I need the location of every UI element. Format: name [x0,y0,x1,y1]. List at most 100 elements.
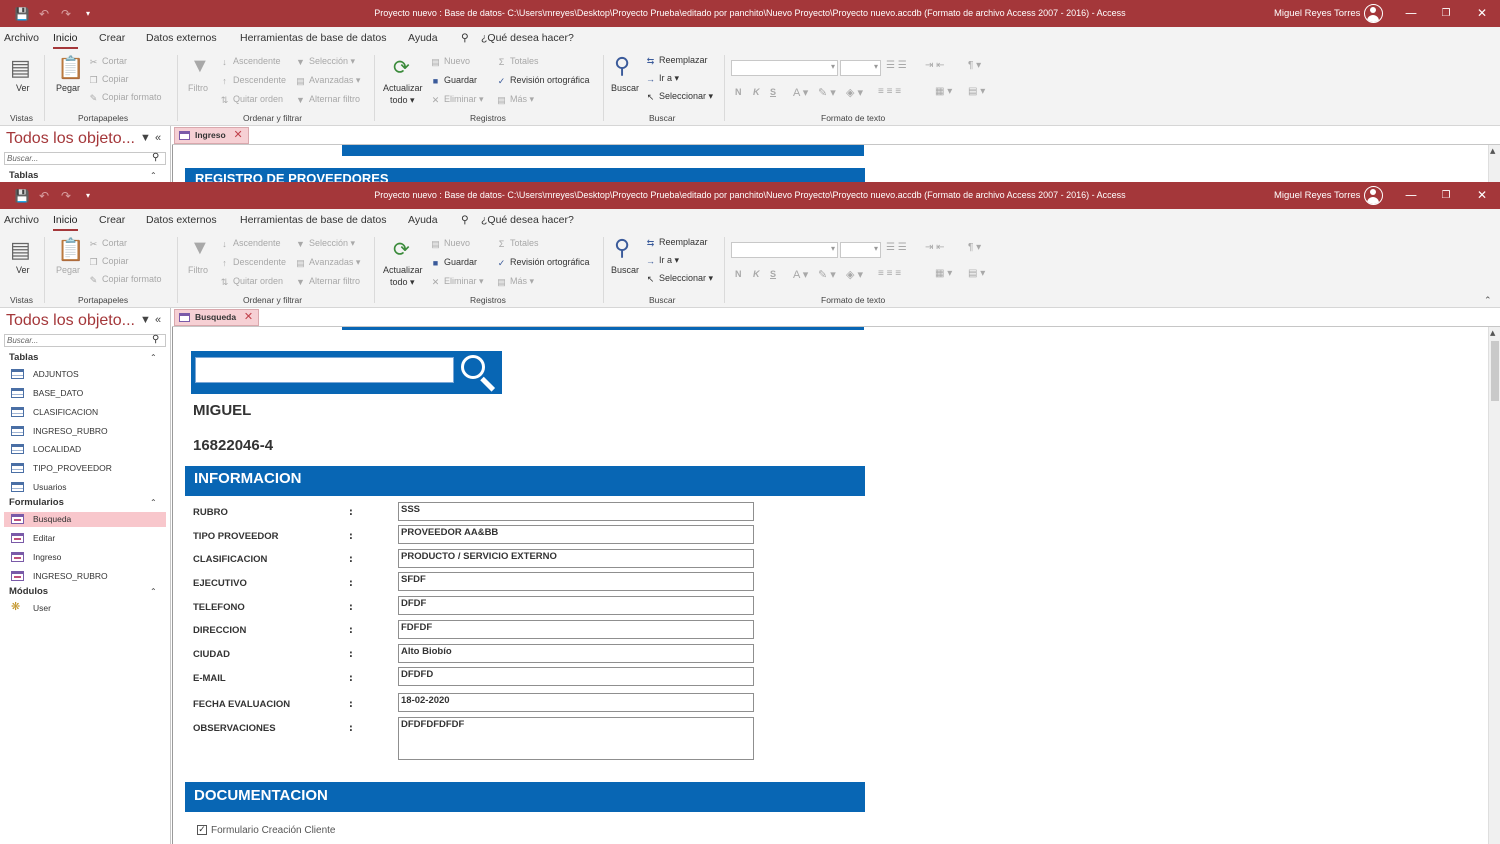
pegar-button[interactable]: Pegar [56,83,80,93]
nav-search-input[interactable]: Buscar... [4,152,166,165]
ascendente-button[interactable]: ↓ Ascendente [219,238,280,249]
avanzadas-button[interactable]: ▤ Avanzadas ▾ [295,75,360,86]
font-color-icon[interactable]: A ▾ [793,86,808,99]
close-tab-icon[interactable]: ✕ [244,310,253,325]
actualizar-button[interactable]: Actualizar [383,265,423,275]
mas-button[interactable]: ▤ Más ▾ [496,94,534,105]
chevron-up-icon[interactable]: ⌃ [150,498,157,507]
close-button[interactable]: ✕ [1464,0,1500,27]
menu-archivo[interactable]: Archivo [4,32,39,44]
nuevo-button[interactable]: ▤ Nuevo [430,56,470,67]
fill-color-icon[interactable]: ◈ ▾ [846,268,863,281]
menu-inicio[interactable]: Inicio [53,214,78,231]
filter-icon[interactable]: ▼ [190,237,210,260]
ascendente-button[interactable]: ↓ Ascendente [219,56,280,67]
seleccion-button[interactable]: ▼ Selección ▾ [295,56,355,67]
field-ejecutivo[interactable]: SFDF [398,572,754,591]
scroll-up-icon[interactable]: ▲ [1490,147,1495,155]
user-name[interactable]: Miguel Reyes Torres [1274,182,1360,209]
field-clasificacion[interactable]: PRODUCTO / SERVICIO EXTERNO [398,549,754,568]
pegar-button[interactable]: Pegar [56,265,80,275]
nav-table-item[interactable]: Usuarios [4,480,166,495]
font-size-dropdown[interactable] [840,242,881,258]
vertical-scrollbar[interactable]: ▲ [1488,327,1500,844]
cortar-button[interactable]: ✂ Cortar [88,238,127,249]
field-tipo-proveedor[interactable]: PROVEEDOR AA&BB [398,525,754,544]
font-name-dropdown[interactable] [731,242,838,258]
filter-icon[interactable]: ▼ [190,55,210,78]
nav-table-item[interactable]: TIPO_PROVEEDOR [4,461,166,476]
redo-icon[interactable]: ↷ [55,189,77,203]
menu-datos-externos[interactable]: Datos externos [146,214,217,226]
paste-icon[interactable]: 📋 [57,55,84,81]
reemplazar-button[interactable]: ⇆ Reemplazar [645,55,708,66]
magnifier-icon[interactable] [458,353,498,392]
menu-crear[interactable]: Crear [99,32,125,44]
tab-busqueda[interactable]: Busqueda ✕ [174,309,260,326]
checkbox-formulario-creacion[interactable]: ✓ [197,825,207,835]
eliminar-button[interactable]: ✕ Eliminar ▾ [430,276,484,287]
filtro-button[interactable]: Filtro [188,265,208,275]
revision-button[interactable]: ✓ Revisión ortográfica [496,75,590,86]
revision-button[interactable]: ✓ Revisión ortográfica [496,257,590,268]
field-fecha-evaluacion[interactable]: 18-02-2020 [398,693,754,712]
quitar-orden-button[interactable]: ⇅ Quitar orden [219,276,283,287]
close-tab-icon[interactable]: ✕ [233,128,242,143]
minimize-button[interactable]: — [1393,182,1429,209]
alt-row-color-icon[interactable]: ▤ ▾ [968,86,985,97]
nav-form-item[interactable]: Editar [4,531,166,546]
nav-table-item[interactable]: INGRESO_RUBRO [4,424,166,439]
font-size-dropdown[interactable] [840,60,881,76]
ver-button[interactable]: Ver [16,83,30,93]
ir-a-button[interactable]: → Ir a ▾ [645,255,679,266]
italic-button[interactable]: K [753,269,760,279]
find-icon[interactable]: ⚲ [614,53,630,79]
seleccion-button[interactable]: ▼ Selección ▾ [295,238,355,249]
menu-ayuda[interactable]: Ayuda [408,214,438,226]
customize-qat-icon[interactable]: ▾ [77,9,99,18]
menu-herramientas[interactable]: Herramientas de base de datos [240,32,387,44]
find-icon[interactable]: ⚲ [614,235,630,261]
seleccionar-button[interactable]: ↖ Seleccionar ▾ [645,273,713,284]
nav-group-tablas[interactable]: Tablas [9,170,38,181]
nav-collapse-icon[interactable]: « [155,132,161,144]
undo-icon[interactable]: ↶ [33,189,55,203]
alternar-filtro-button[interactable]: ▼ Alternar filtro [295,276,360,287]
restore-button[interactable]: ❐ [1428,182,1464,209]
field-ciudad[interactable]: Alto Biobío [398,644,754,663]
refresh-icon[interactable]: ⟳ [393,237,410,262]
quitar-orden-button[interactable]: ⇅ Quitar orden [219,94,283,105]
descendente-button[interactable]: ↑ Descendente [219,75,286,86]
chevron-up-icon[interactable]: ⌃ [150,587,157,596]
view-icon[interactable]: ▤ [10,237,31,263]
highlight-icon[interactable]: ✎ ▾ [818,268,836,281]
nav-search-icon[interactable]: ⚲ [152,152,159,163]
reemplazar-button[interactable]: ⇆ Reemplazar [645,237,708,248]
redo-icon[interactable]: ↷ [55,7,77,21]
nav-search-input[interactable]: Buscar... [4,334,166,347]
indent-buttons-icon[interactable]: ⇥ ⇤ [925,60,945,71]
copiar-button[interactable]: ❐ Copiar [88,74,128,85]
nav-group-tablas[interactable]: Tablas [9,352,38,363]
mas-button[interactable]: ▤ Más ▾ [496,276,534,287]
field-telefono[interactable]: DFDF [398,596,754,615]
chevron-up-icon[interactable]: ⌃ [150,171,157,180]
menu-datos-externos[interactable]: Datos externos [146,32,217,44]
descendente-button[interactable]: ↑ Descendente [219,257,286,268]
gridlines-icon[interactable]: ▦ ▾ [935,86,952,97]
nav-pane-title[interactable]: Todos los objeto... [6,130,135,148]
nav-group-formularios[interactable]: Formularios [9,497,64,508]
collapse-ribbon-icon[interactable]: ⌃ [1484,295,1492,306]
nav-dropdown-icon[interactable]: ▼ [140,132,151,144]
chevron-up-icon[interactable]: ⌃ [150,353,157,362]
ir-a-button[interactable]: → Ir a ▾ [645,73,679,84]
nav-search-icon[interactable]: ⚲ [152,334,159,345]
nav-group-modulos[interactable]: Módulos [9,586,48,597]
font-name-dropdown[interactable] [731,60,838,76]
restore-button[interactable]: ❐ [1428,0,1464,27]
menu-archivo[interactable]: Archivo [4,214,39,226]
nav-table-item[interactable]: LOCALIDAD [4,442,166,457]
vertical-scrollbar[interactable]: ▲ [1488,145,1500,182]
scroll-up-icon[interactable]: ▲ [1490,329,1495,337]
tell-me-box[interactable]: ¿Qué desea hacer? [481,214,574,226]
